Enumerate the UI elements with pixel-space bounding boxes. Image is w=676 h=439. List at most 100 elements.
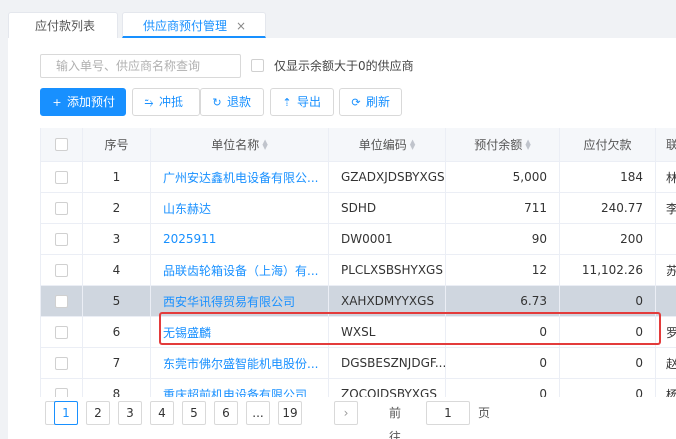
contact-cell: 林 — [656, 162, 676, 192]
checkbox[interactable] — [251, 58, 264, 72]
contact-cell: 苏 — [656, 255, 676, 285]
row-checkbox-cell — [41, 224, 83, 254]
refund-button[interactable]: ↻ 退款 — [200, 88, 264, 116]
row-checkbox[interactable] — [55, 325, 68, 339]
row-checkbox[interactable] — [55, 263, 68, 277]
table-row[interactable]: 1广州安达鑫机电设备有限公...GZADXJDSBYXGS5,000184林 — [41, 162, 676, 193]
supplier-table: 序号 单位名称▲▼ 单位编码▲▼ 预付余额▲▼ 应付欠款 联 1广州安达鑫机电设… — [40, 128, 676, 397]
page-button[interactable]: 6 — [214, 401, 238, 425]
column-header-seq: 序号 — [83, 128, 151, 161]
goto-suffix: 页 — [478, 406, 491, 420]
column-header-code[interactable]: 单位编码 ▲ ▼ — [329, 128, 446, 161]
supplier-name-link[interactable]: 东莞市佛尔盛智能机电股份... — [151, 348, 329, 378]
supplier-name-link[interactable]: 重庆超前机电设备有限公司 — [151, 379, 329, 397]
tab-payables-list[interactable]: 应付款列表 — [8, 12, 118, 38]
owed-cell: 0 — [560, 379, 656, 397]
next-page-button[interactable]: › — [334, 401, 358, 425]
table-row[interactable]: 8重庆超前机电设备有限公司ZQCQJDSBYXGS00杨 — [41, 379, 676, 397]
sort-icon[interactable]: ▲ ▼ — [410, 138, 415, 150]
prepay-balance-cell: 90 — [446, 224, 560, 254]
tab-label: 应付款列表 — [35, 19, 96, 33]
row-checkbox[interactable] — [55, 201, 68, 215]
close-icon[interactable]: × — [236, 13, 246, 39]
supplier-code-cell: GZADXJDSBYXGS — [329, 162, 446, 192]
row-checkbox[interactable] — [55, 387, 68, 397]
seq-cell: 2 — [83, 193, 151, 223]
prepay-balance-cell: 0 — [446, 317, 560, 347]
page-button[interactable]: 19 — [278, 401, 302, 425]
row-checkbox-cell — [41, 379, 83, 397]
undo-icon: ↻ — [212, 96, 222, 109]
select-all-checkbox[interactable] — [55, 138, 68, 151]
row-checkbox[interactable] — [55, 294, 68, 308]
contact-cell: 赵 — [656, 348, 676, 378]
table-row[interactable]: 7东莞市佛尔盛智能机电股份...DGSBESZNJDGF...00赵 — [41, 348, 676, 379]
supplier-code-cell: DW0001 — [329, 224, 446, 254]
tab-supplier-prepay[interactable]: 供应商预付管理 × — [122, 12, 266, 38]
refresh-icon: ⟳ — [351, 96, 361, 109]
refresh-button[interactable]: ⟳ 刷新 — [339, 88, 402, 116]
prepay-balance-cell: 0 — [446, 379, 560, 397]
page-button[interactable]: 1 — [54, 401, 78, 425]
page-button[interactable]: 3 — [118, 401, 142, 425]
add-prepayment-button[interactable]: + 添加预付 — [40, 88, 126, 116]
owed-cell: 240.77 — [560, 193, 656, 223]
owed-cell: 0 — [560, 286, 656, 316]
table-row[interactable]: 6无锡盛麟WXSL00罗 — [41, 317, 676, 348]
supplier-name-link[interactable]: 2025911 — [151, 224, 329, 254]
prepay-balance-cell: 711 — [446, 193, 560, 223]
row-checkbox-cell — [41, 193, 83, 223]
page-button[interactable]: 5 — [182, 401, 206, 425]
page-button[interactable]: 4 — [150, 401, 174, 425]
row-checkbox[interactable] — [55, 232, 68, 246]
owed-cell: 0 — [560, 348, 656, 378]
sort-icon[interactable]: ▲ ▼ — [525, 138, 530, 150]
offset-icon: ⥲ — [144, 96, 154, 109]
more-pages-button[interactable]: ... — [246, 401, 270, 425]
contact-cell — [656, 224, 676, 254]
supplier-name-link[interactable]: 山东赫达 — [151, 193, 329, 223]
export-button[interactable]: ⇡ 导出 — [270, 88, 334, 116]
supplier-code-cell: XAHXDMYYXGS — [329, 286, 446, 316]
tab-bar: 应付款列表 供应商预付管理 × — [0, 0, 676, 38]
row-checkbox-cell — [41, 317, 83, 347]
main-panel: 仅显示余额大于0的供应商 + 添加预付 ⥲ 冲抵 ↻ 退款 ⇡ 导出 ⟳ 刷新 序号 单位… — [8, 38, 676, 439]
offset-button[interactable]: ⥲ 冲抵 — [132, 88, 200, 116]
tab-label: 供应商预付管理 — [143, 19, 228, 33]
column-header-balance[interactable]: 预付余额 ▲ ▼ — [446, 128, 560, 161]
row-checkbox-cell — [41, 255, 83, 285]
button-label: 添加预付 — [67, 95, 116, 109]
owed-cell: 200 — [560, 224, 656, 254]
seq-cell: 7 — [83, 348, 151, 378]
owed-cell: 11,102.26 — [560, 255, 656, 285]
sort-icon[interactable]: ▲ ▼ — [262, 138, 267, 150]
supplier-name-link[interactable]: 广州安达鑫机电设备有限公... — [151, 162, 329, 192]
contact-cell — [656, 286, 676, 316]
supplier-name-link[interactable]: 无锡盛麟 — [151, 317, 329, 347]
table-row[interactable]: 5 西安华讯得贸易有限公司 XAHXDMYYXGS 6.73 0 — [41, 286, 676, 317]
prepay-balance-cell: 0 — [446, 348, 560, 378]
button-label: 冲抵 — [159, 95, 184, 109]
supplier-name-link[interactable]: 西安华讯得贸易有限公司 — [151, 286, 329, 316]
supplier-name-link[interactable]: 品联齿轮箱设备（上海）有... — [151, 255, 329, 285]
row-checkbox[interactable] — [55, 356, 68, 370]
positive-balance-filter[interactable]: 仅显示余额大于0的供应商 — [251, 57, 414, 73]
goto-page-input[interactable] — [426, 401, 470, 425]
seq-cell: 8 — [83, 379, 151, 397]
row-checkbox-cell — [41, 286, 83, 316]
contact-cell: 罗 — [656, 317, 676, 347]
column-label: 预付余额 — [474, 138, 523, 152]
supplier-code-cell: DGSBESZNJDGF... — [329, 348, 446, 378]
page-button[interactable]: 2 — [86, 401, 110, 425]
search-input[interactable] — [40, 54, 241, 78]
table-row[interactable]: 3 2025911 DW0001 90 200 — [41, 224, 676, 255]
column-header-name[interactable]: 单位名称 ▲ ▼ — [151, 128, 329, 161]
table-row[interactable]: 2山东赫达SDHD711240.77李 — [41, 193, 676, 224]
seq-cell: 4 — [83, 255, 151, 285]
supplier-code-cell: ZQCQJDSBYXGS — [329, 379, 446, 397]
table-header: 序号 单位名称▲▼ 单位编码▲▼ 预付余额▲▼ 应付欠款 联 — [41, 128, 676, 162]
row-checkbox[interactable] — [55, 170, 68, 184]
table-row[interactable]: 4 品联齿轮箱设备（上海）有... PLCLXSBSHYXGS 12 11,102.26… — [41, 255, 676, 286]
supplier-code-cell: WXSL — [329, 317, 446, 347]
button-label: 导出 — [297, 95, 322, 109]
